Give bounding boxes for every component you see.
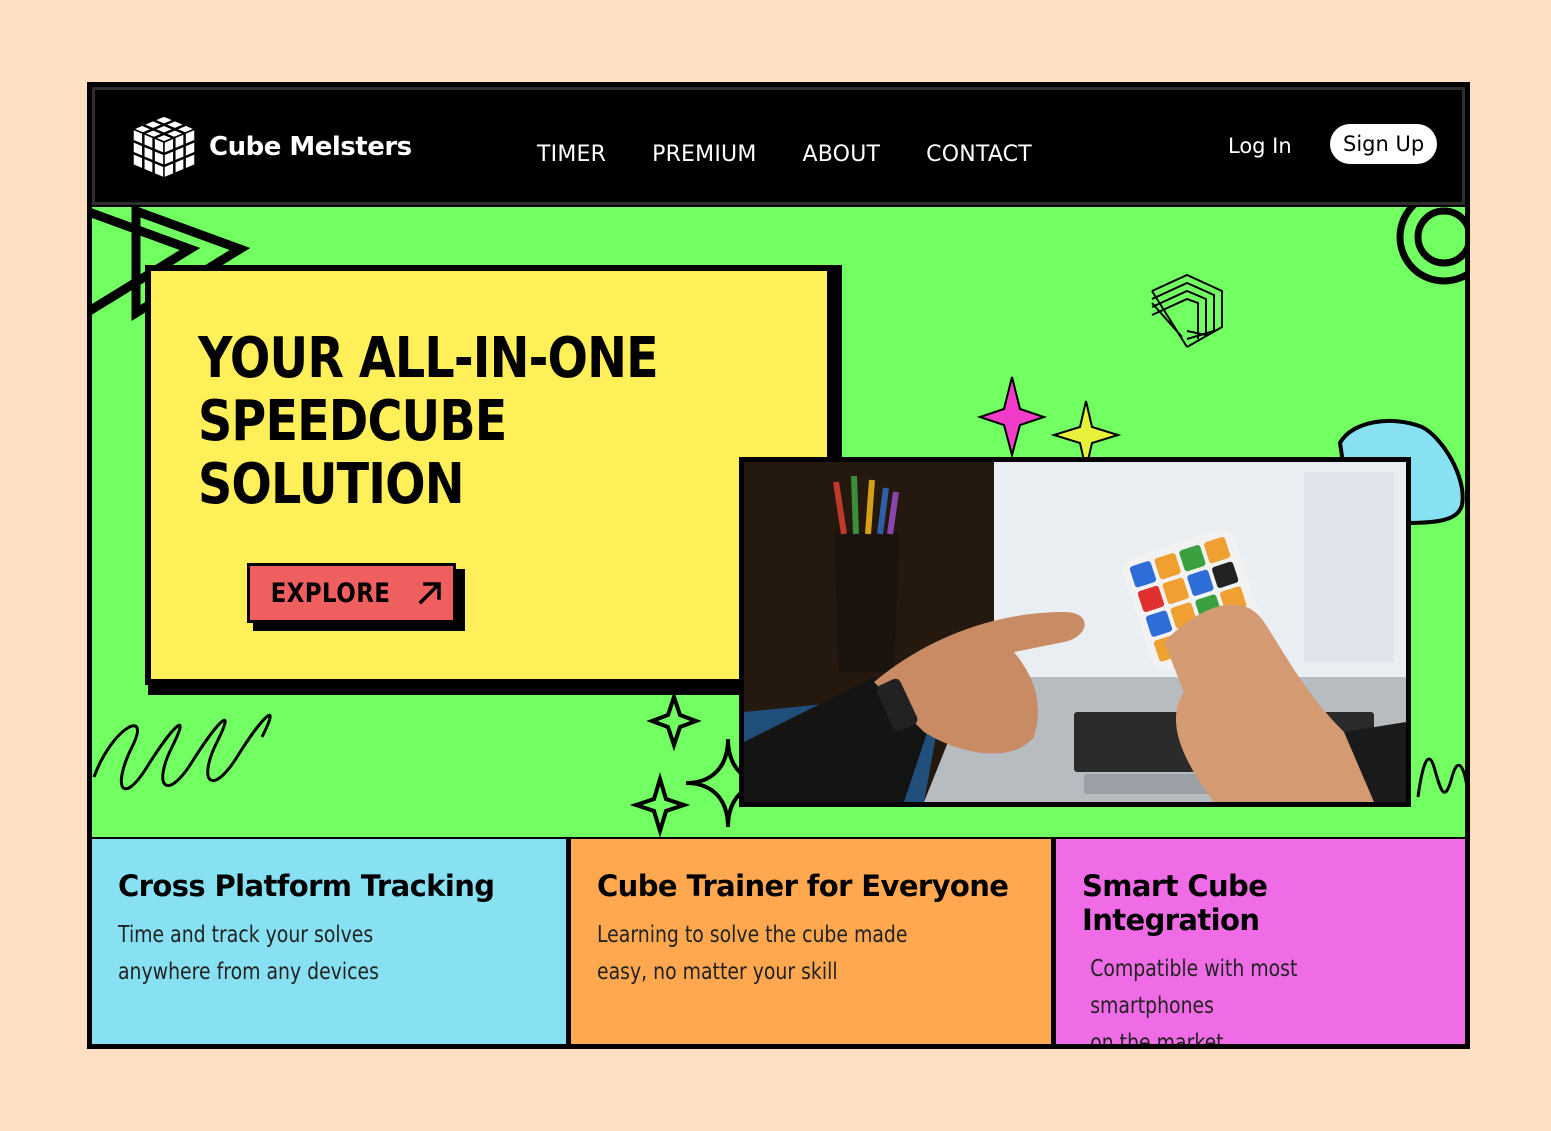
- app-frame: Cube Melsters TIMER PREMIUM ABOUT CONTAC…: [87, 82, 1470, 1049]
- brand-name: Cube Melsters: [209, 132, 412, 162]
- brand-logo[interactable]: Cube Melsters: [129, 112, 412, 182]
- feature-card-trainer[interactable]: Cube Trainer for Everyone Learning to so…: [571, 839, 1051, 1044]
- feature-description: Compatible with most smartphones on the …: [1090, 956, 1298, 1049]
- login-link[interactable]: Log In: [1228, 134, 1292, 158]
- feature-title: Cube Trainer for Everyone: [597, 869, 1009, 903]
- feature-card-smart-cube[interactable]: Smart Cube Integration Compatible with m…: [1056, 839, 1465, 1044]
- nav-item-premium[interactable]: PREMIUM: [652, 142, 756, 167]
- main-nav: TIMER PREMIUM ABOUT CONTACT: [537, 142, 1032, 167]
- hero-headline: YOUR ALL-IN-ONE SPEEDCUBE SOLUTION: [198, 326, 659, 517]
- nav-item-timer[interactable]: TIMER: [537, 142, 606, 167]
- feature-title: Smart Cube Integration: [1082, 869, 1268, 937]
- headline-line-2: SPEEDCUBE: [198, 389, 507, 454]
- pink-sparkle-shape: [976, 376, 1048, 459]
- concentric-circles-shape: [1396, 207, 1465, 285]
- squiggle-left-shape: [92, 713, 272, 791]
- headline-line-3: SOLUTION: [198, 452, 465, 517]
- top-nav-bar: Cube Melsters TIMER PREMIUM ABOUT CONTAC…: [92, 87, 1465, 205]
- squiggle-right-shape: [1416, 757, 1465, 798]
- nav-item-contact[interactable]: CONTACT: [926, 142, 1032, 167]
- explore-button[interactable]: EXPLORE: [247, 563, 456, 623]
- hero-photo: [739, 457, 1411, 807]
- feature-card-tracking[interactable]: Cross Platform Tracking Time and track y…: [92, 839, 566, 1044]
- explore-label: EXPLORE: [270, 577, 391, 609]
- signup-button[interactable]: Sign Up: [1330, 124, 1438, 164]
- line-cube-shape: [1151, 273, 1223, 348]
- feature-title: Cross Platform Tracking: [118, 869, 495, 903]
- headline-line-1: YOUR ALL-IN-ONE: [198, 326, 659, 391]
- nav-item-about[interactable]: ABOUT: [803, 142, 881, 167]
- feature-cards: Cross Platform Tracking Time and track y…: [92, 839, 1465, 1044]
- feature-description: Time and track your solves anywhere from…: [118, 922, 379, 985]
- feature-description: Learning to solve the cube made easy, no…: [597, 922, 908, 985]
- cube-logo-icon: [131, 115, 197, 180]
- hands-holding-cube-image: [744, 462, 1406, 802]
- hero-section: YOUR ALL-IN-ONE SPEEDCUBE SOLUTION EXPLO…: [92, 207, 1465, 837]
- arrow-up-right-icon: [418, 582, 441, 605]
